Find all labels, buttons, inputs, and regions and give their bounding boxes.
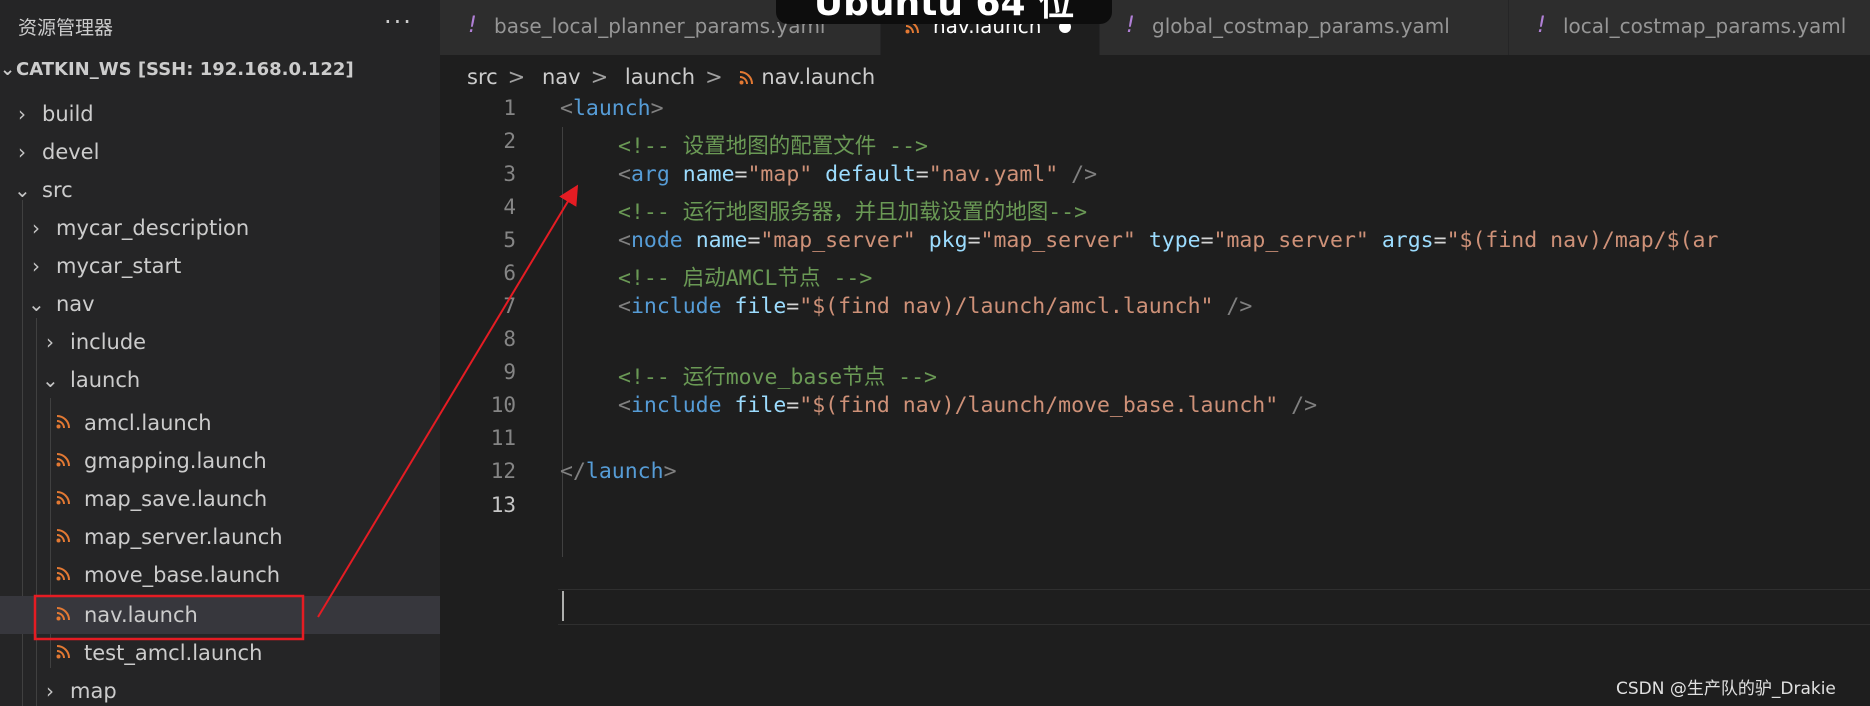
code-editor[interactable]: 1 2 3 4 5 6 7 8 9 10 11 12 13 <launch> <…: [440, 96, 1870, 706]
editor-pane: ! base_local_planner_params.yaml nav.lau…: [440, 0, 1870, 706]
line-number: 9: [503, 360, 516, 384]
workspace-header[interactable]: ⌄CATKIN_WS [SSH: 192.168.0.122]: [0, 59, 354, 89]
tree-item-test-amcl-launch[interactable]: test_amcl.launch: [0, 634, 440, 672]
tree-item-nav[interactable]: ⌄ nav: [0, 285, 440, 323]
line-number: 12: [490, 459, 516, 483]
rss-icon: [56, 529, 70, 543]
workspace-label: CATKIN_WS [SSH: 192.168.0.122]: [16, 59, 354, 80]
tab-global-costmap-params[interactable]: ! global_costmap_params.yaml: [1100, 0, 1509, 55]
code-line: <!-- 运行move_base节点 -->: [618, 365, 937, 390]
tree-item-amcl-launch[interactable]: amcl.launch: [0, 404, 440, 442]
tab-bar: ! base_local_planner_params.yaml nav.lau…: [440, 0, 1870, 55]
tree-item-map[interactable]: › map: [0, 672, 440, 706]
tree-item-mycar-description[interactable]: › mycar_description: [0, 209, 440, 247]
code-line: <!-- 设置地图的配置文件 -->: [618, 134, 928, 159]
chevron-right-icon: ›: [46, 679, 54, 703]
rss-icon: [56, 415, 70, 429]
code-line: <node name="map_server" pkg="map_server"…: [618, 228, 1719, 253]
code-line: <include file="$(find nav)/launch/amcl.l…: [618, 294, 1253, 319]
explorer-header: 资源管理器 ···: [0, 0, 440, 50]
line-number: 5: [503, 228, 516, 252]
rss-icon: [56, 645, 70, 659]
vm-overlay-banner: Ubuntu 64 位: [776, 0, 1112, 24]
code-line: <!-- 运行地图服务器，并且加载设置的地图-->: [618, 200, 1088, 225]
code-line: <arg name="map" default="nav.yaml" />: [618, 162, 1098, 187]
line-number: 1: [503, 96, 516, 120]
explorer-sidebar: 资源管理器 ··· ⌄CATKIN_WS [SSH: 192.168.0.122…: [0, 0, 440, 706]
tree-item-gmapping-launch[interactable]: gmapping.launch: [0, 442, 440, 480]
explorer-title: 资源管理器: [18, 17, 114, 39]
watermark: CSDN @生产队的驴_Drakie: [1616, 679, 1836, 699]
tree-item-move-base-launch[interactable]: move_base.launch: [0, 556, 440, 594]
tree-item-include[interactable]: › include: [0, 323, 440, 361]
line-number: 10: [490, 393, 516, 417]
line-number: 2: [503, 129, 516, 153]
tree-item-nav-launch[interactable]: nav.launch: [0, 596, 440, 634]
yaml-icon: !: [1126, 13, 1135, 38]
chevron-right-icon: ›: [32, 254, 40, 278]
indent-guide: [562, 127, 563, 557]
tree-item-map-save-launch[interactable]: map_save.launch: [0, 480, 440, 518]
yaml-icon: !: [468, 13, 477, 38]
code-line: <launch>: [560, 96, 664, 121]
tree-item-src[interactable]: ⌄ src: [0, 171, 440, 209]
code-line: <include file="$(find nav)/launch/move_b…: [618, 393, 1318, 418]
line-number: 6: [503, 261, 516, 285]
breadcrumb-item[interactable]: nav.launch: [761, 65, 875, 89]
breadcrumb-item[interactable]: src: [467, 65, 498, 89]
rss-icon: [739, 71, 754, 85]
tab-local-costmap-params[interactable]: ! local_costmap_params.yaml: [1509, 0, 1870, 55]
chevron-down-icon: ⌄: [42, 368, 59, 392]
yaml-icon: !: [1537, 13, 1546, 38]
code-line: <!-- 启动AMCL节点 -->: [618, 266, 873, 291]
chevron-right-icon: ›: [18, 102, 26, 126]
tree-item-build[interactable]: › build: [0, 95, 440, 133]
rss-icon: [56, 607, 70, 621]
rss-icon: [56, 491, 70, 505]
tree-item-launch[interactable]: ⌄ launch: [0, 361, 440, 399]
line-number: 8: [503, 327, 516, 351]
line-number: 4: [503, 195, 516, 219]
chevron-down-icon: ⌄: [0, 59, 16, 80]
chevron-right-icon: ›: [32, 216, 40, 240]
line-number: 7: [503, 294, 516, 318]
chevron-down-icon: ⌄: [14, 178, 31, 202]
current-line-highlight: [558, 589, 1870, 625]
breadcrumb-item[interactable]: launch: [625, 65, 695, 89]
tree-item-devel[interactable]: › devel: [0, 133, 440, 171]
line-number: 11: [490, 426, 516, 450]
breadcrumb: src > nav > launch > nav.launch: [467, 65, 876, 89]
chevron-down-icon: ⌄: [28, 292, 45, 316]
rss-icon: [56, 567, 70, 581]
chevron-right-icon: ›: [18, 140, 26, 164]
line-number: 13: [490, 493, 516, 517]
tree-item-map-server-launch[interactable]: map_server.launch: [0, 518, 440, 556]
code-line: </launch>: [560, 459, 677, 484]
chevron-right-icon: ›: [46, 330, 54, 354]
text-cursor: [562, 591, 564, 621]
rss-icon: [56, 453, 70, 467]
more-actions-icon[interactable]: ···: [384, 8, 413, 36]
breadcrumb-item[interactable]: nav: [542, 65, 581, 89]
tree-item-mycar-start[interactable]: › mycar_start: [0, 247, 440, 285]
line-number: 3: [503, 162, 516, 186]
